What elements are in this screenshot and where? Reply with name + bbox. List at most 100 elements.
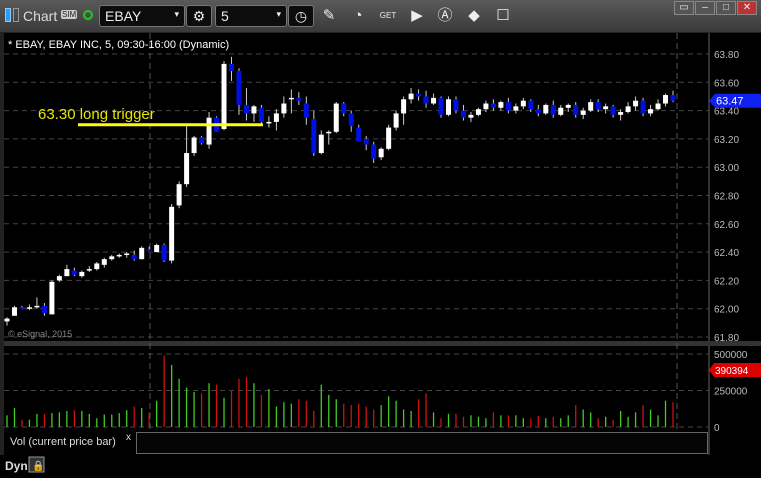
pane-separator[interactable]: [4, 341, 761, 346]
candle-body: [288, 97, 294, 100]
time-template-button[interactable]: ◷: [288, 5, 314, 27]
price-tick-label: 63.20: [714, 135, 739, 146]
candle-body: [19, 307, 25, 309]
link-icon[interactable]: ◆: [465, 7, 483, 25]
gear-icon: ⚙: [192, 8, 206, 24]
pencil-icon[interactable]: ✎: [320, 7, 338, 25]
chevron-down-icon[interactable]: ▾: [276, 9, 281, 20]
candle-body: [64, 269, 70, 277]
left-border: [0, 33, 4, 478]
maximize-button[interactable]: □: [716, 1, 736, 15]
close-button[interactable]: ✕: [737, 1, 757, 15]
price-tick-label: 63.40: [714, 107, 739, 118]
candle-body: [393, 113, 399, 128]
candle-body: [139, 247, 145, 260]
price-tick-label: 61.80: [714, 333, 739, 344]
candle-body: [603, 106, 609, 110]
candle-body: [236, 70, 242, 105]
candle-body: [101, 259, 107, 265]
interval-value: 5: [221, 8, 229, 24]
candle-body: [169, 206, 175, 261]
candle-body: [565, 104, 571, 108]
comment-icon[interactable]: ☐: [494, 7, 512, 25]
chart-header: * EBAY, EBAY INC, 5, 09:30-16:00 (Dynami…: [8, 39, 229, 51]
symbol-value: EBAY: [105, 8, 142, 24]
candle-body: [446, 99, 452, 115]
alert-icon[interactable]: Ⓐ: [436, 7, 454, 25]
vol-tick-label: 250000: [714, 387, 748, 398]
candle-body: [610, 106, 616, 115]
candle-body: [438, 97, 444, 115]
candle-body: [431, 97, 437, 104]
price-tick-label: 62.60: [714, 220, 739, 231]
candle-body: [318, 134, 324, 154]
window-menu-button[interactable]: ▭: [674, 1, 694, 15]
minimize-button[interactable]: –: [695, 1, 715, 15]
candle-body: [56, 276, 62, 281]
window-title: Chart: [23, 8, 58, 24]
candle-body: [251, 106, 257, 114]
time-axis[interactable]: [0, 455, 761, 478]
candle-body: [221, 63, 227, 129]
symbol-input[interactable]: EBAY ▾: [99, 5, 185, 27]
candle-body: [468, 114, 474, 118]
candle-body: [640, 100, 646, 114]
candle-body: [191, 137, 197, 154]
toolbar: Chart SIM EBAY ▾ ⚙ 5 ▾ ◷ ✎ ◔ GET ▶ Ⓐ ◆ ☐ ▭…: [0, 0, 761, 33]
candle-body: [258, 107, 264, 122]
price-tick-label: 62.20: [714, 276, 739, 287]
candle-body: [670, 95, 676, 101]
study-icon[interactable]: ◔: [349, 7, 367, 25]
candle-body: [273, 113, 279, 122]
candle-body: [408, 93, 414, 100]
link-indicator-icon[interactable]: [13, 8, 19, 22]
candle-body: [34, 305, 40, 308]
candle-body: [348, 113, 354, 127]
candle-body: [206, 117, 212, 145]
lock-glyph: 🔒: [32, 460, 44, 472]
price-tick-label: 62.00: [714, 305, 739, 316]
candle-body: [79, 271, 85, 277]
candle-body: [550, 104, 556, 115]
candle-body: [648, 109, 654, 114]
candle-body: [176, 184, 182, 206]
candle-body: [94, 263, 100, 270]
candle-body: [625, 106, 631, 113]
candle-body: [401, 99, 407, 114]
candle-body: [266, 121, 272, 124]
chart-background: [0, 33, 761, 478]
candle-body: [535, 109, 541, 114]
candle-body: [558, 107, 564, 115]
volume-legend-label: Vol (current price bar): [10, 436, 116, 448]
candle-body: [528, 100, 534, 110]
candle-body: [423, 96, 429, 104]
dyn-label: Dyn: [5, 459, 28, 473]
candle-body: [633, 100, 639, 107]
candle-body: [580, 110, 586, 115]
close-study-button[interactable]: x: [126, 432, 131, 443]
candle-body: [154, 245, 160, 253]
candle-body: [663, 95, 669, 104]
interval-input[interactable]: 5 ▾: [215, 5, 287, 27]
candle-body: [341, 103, 347, 114]
chevron-down-icon[interactable]: ▾: [174, 9, 179, 20]
chart-area[interactable]: 63.80 63.60 63.40 63.20 63.00 62.80 62.60 62.40…: [0, 33, 761, 478]
copyright: © eSignal, 2015: [8, 329, 72, 339]
candle-body: [573, 104, 579, 115]
link-indicator-icon[interactable]: [5, 8, 11, 22]
annotation-text[interactable]: 63.30 long trigger: [38, 106, 155, 123]
settings-button[interactable]: ⚙: [186, 5, 212, 27]
candle-body: [363, 138, 369, 145]
candle-body: [543, 104, 549, 114]
candle-body: [228, 63, 234, 71]
candle-body: [483, 103, 489, 110]
candle-body: [490, 103, 496, 108]
candle-body: [655, 103, 661, 110]
candle-body: [4, 318, 10, 322]
candle-body: [505, 102, 511, 111]
candle-body: [184, 153, 190, 185]
candle-body: [595, 102, 601, 110]
get-data-icon[interactable]: GET: [379, 7, 397, 25]
candle-body: [333, 103, 339, 132]
play-icon[interactable]: ▶: [408, 7, 426, 25]
